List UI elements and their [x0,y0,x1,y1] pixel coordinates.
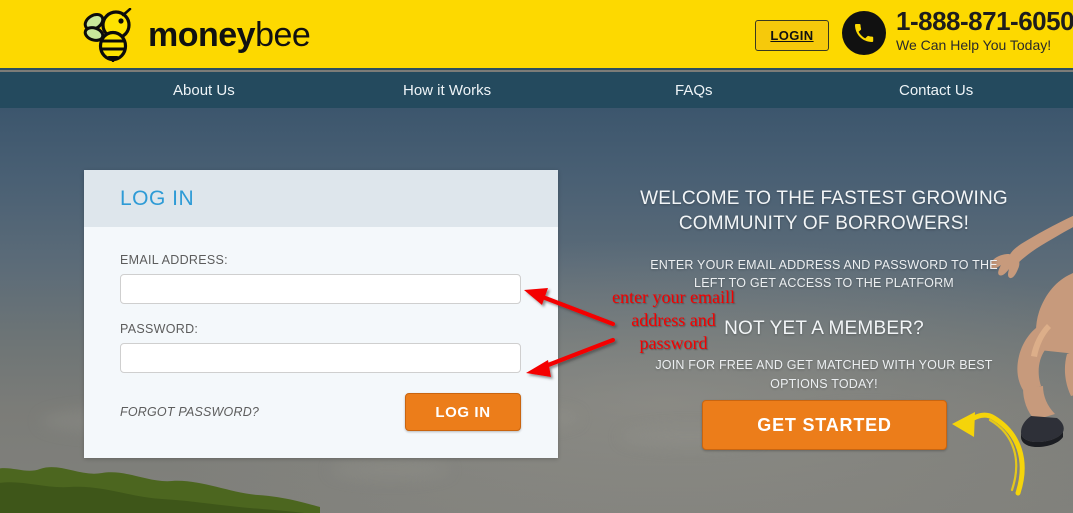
phone-icon [842,11,886,55]
main-navigation: About Us How it Works FAQs Contact Us [0,72,1073,108]
login-panel: LOG IN EMAIL ADDRESS: PASSWORD: FORGOT P… [84,170,558,458]
get-started-button[interactable]: GET STARTED [702,400,947,450]
bee-icon [83,8,132,62]
site-logo[interactable]: moneybee [78,8,311,62]
logo-word-bee: bee [255,16,311,54]
login-panel-title: LOG IN [120,186,195,210]
logo-wordmark: moneybee [148,16,311,54]
phone-tagline: We Can Help You Today! [896,37,1052,54]
password-input[interactable] [120,343,521,373]
password-label: PASSWORD: [120,322,199,336]
login-panel-header: LOG IN [84,170,558,227]
phone-number: 1-888-871-6050 [896,6,1073,36]
background-blur-shape [330,460,450,480]
promo-subtext: ENTER YOUR EMAIL ADDRESS AND PASSWORD TO… [650,258,998,291]
promo-headline-secondary: NOT YET A MEMBER? [724,318,924,340]
email-input[interactable] [120,274,521,304]
promo-subtext-secondary: JOIN FOR FREE AND GET MATCHED WITH YOUR … [655,358,993,391]
site-header: moneybee LOGIN 1-888-871-6050 We Can Hel… [0,0,1073,70]
login-form-actions: FORGOT PASSWORD? LOG IN [120,393,521,431]
header-phone-block[interactable]: 1-888-871-6050 We Can Help You Today! [842,6,1073,55]
promo-column: WELCOME TO THE FASTEST GROWING COMMUNITY… [638,186,1010,393]
field-spacer [120,304,522,322]
nav-item-how-it-works[interactable]: How it Works [403,82,491,99]
forgot-password-link[interactable]: FORGOT PASSWORD? [120,405,259,419]
header-login-button[interactable]: LOGIN [755,20,829,51]
phone-glyph [855,24,874,42]
email-label: EMAIL ADDRESS: [120,253,228,267]
login-submit-button[interactable]: LOG IN [405,393,521,431]
nav-item-contact-us[interactable]: Contact Us [899,82,973,99]
nav-item-faqs[interactable]: FAQs [675,82,713,99]
phone-texts: 1-888-871-6050 We Can Help You Today! [896,6,1073,54]
nav-item-about-us[interactable]: About Us [173,82,235,99]
login-form: EMAIL ADDRESS: PASSWORD: FORGOT PASSWORD… [84,227,558,431]
page-root: moneybee LOGIN 1-888-871-6050 We Can Hel… [0,0,1073,513]
logo-word-money: money [148,16,256,54]
promo-headline: WELCOME TO THE FASTEST GROWING COMMUNITY… [640,188,1008,235]
